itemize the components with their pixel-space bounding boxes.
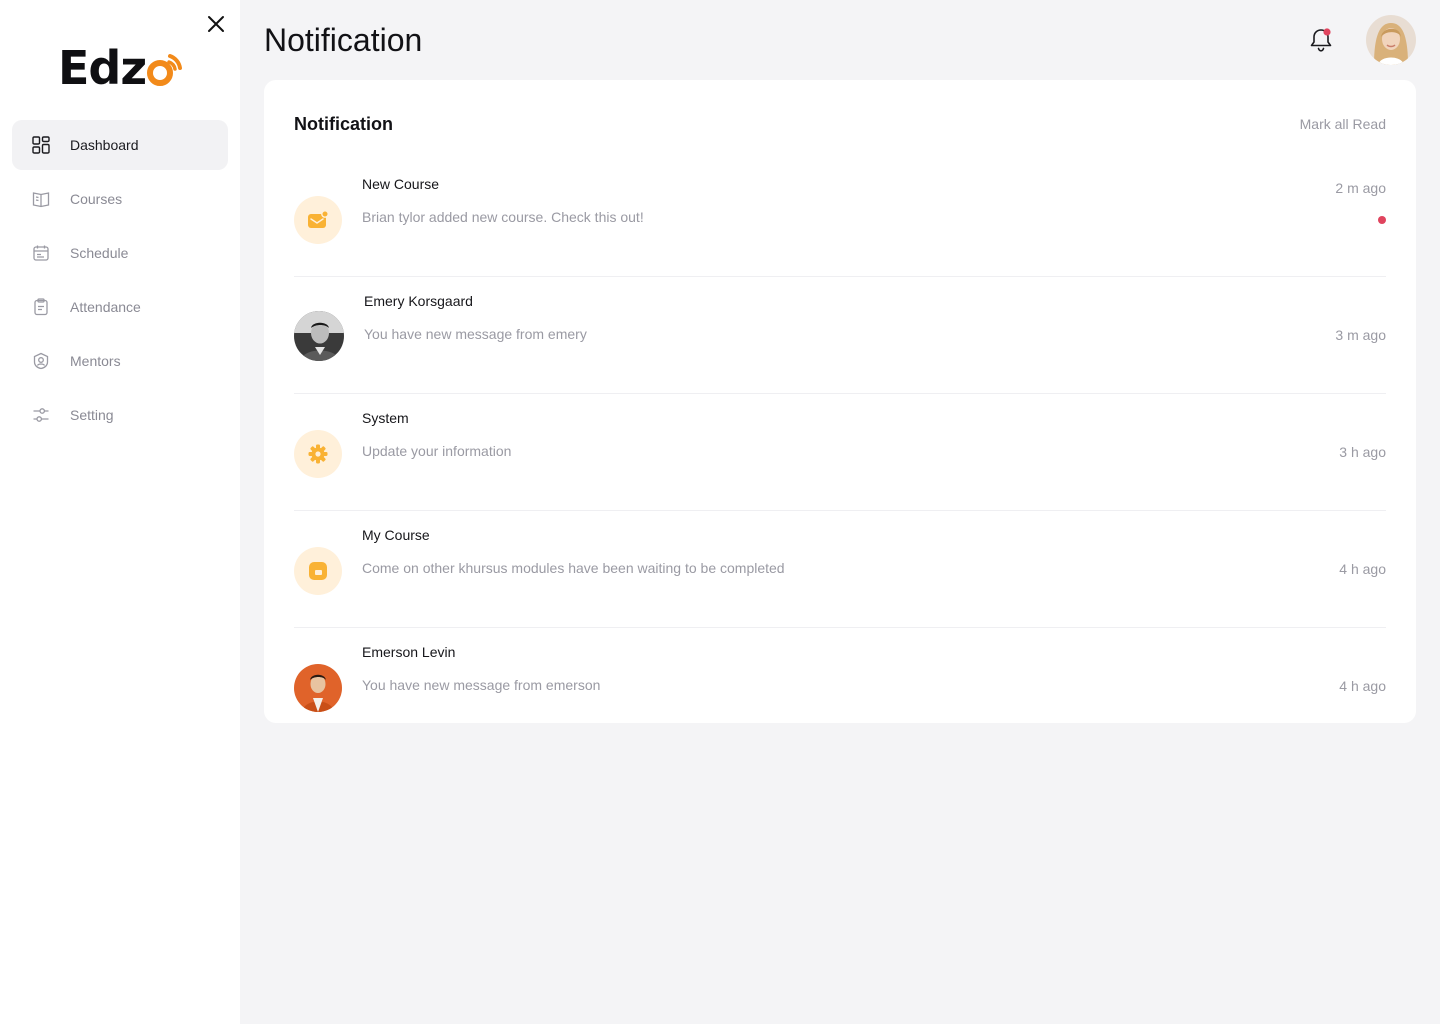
notification-time: 3 h ago [1339, 444, 1386, 460]
notification-item[interactable]: System Update your information 3 h ago [294, 394, 1386, 511]
user-avatar[interactable] [1366, 15, 1416, 65]
calendar-icon [32, 244, 50, 262]
logo-signal-icon [146, 42, 184, 94]
page-title: Notification [264, 22, 423, 58]
mark-all-read-button[interactable]: Mark all Read [1300, 116, 1386, 132]
notification-item[interactable]: Emerson Levin You have new message from … [294, 628, 1386, 745]
sidebar-item-setting[interactable]: Setting [12, 390, 228, 440]
book-icon [32, 190, 50, 208]
sidebar-item-label: Setting [70, 407, 114, 423]
notification-item[interactable]: My Course Come on other khursus modules … [294, 511, 1386, 628]
notification-message: Come on other khursus modules have been … [362, 560, 785, 576]
user-badge-icon [32, 352, 50, 370]
notification-message: Brian tylor added new course. Check this… [362, 209, 644, 225]
sidebar-item-courses[interactable]: Courses [12, 174, 228, 224]
sliders-icon [32, 406, 50, 424]
sender-avatar [294, 664, 342, 712]
sidebar-item-mentors[interactable]: Mentors [12, 336, 228, 386]
gear-icon [294, 430, 342, 478]
unread-dot [1378, 216, 1386, 224]
sidebar-item-label: Mentors [70, 353, 121, 369]
sidebar-item-label: Dashboard [70, 137, 139, 153]
notification-title: My Course [362, 527, 430, 543]
logo-text: Edz [58, 41, 147, 95]
clipboard-icon [32, 298, 50, 316]
notification-time: 3 m ago [1335, 327, 1386, 343]
unread-indicator [1323, 28, 1331, 36]
sidebar-item-label: Schedule [70, 245, 129, 261]
notification-message: You have new message from emery [364, 326, 587, 342]
notification-time: 2 m ago [1335, 180, 1386, 196]
close-sidebar-button[interactable] [204, 12, 228, 36]
sidebar: Edz Dashboard Courses Schedule Attendanc… [0, 0, 240, 1024]
sidebar-item-attendance[interactable]: Attendance [12, 282, 228, 332]
notification-panel: Notification Mark all Read New Course Br… [264, 80, 1416, 723]
sidebar-item-label: Attendance [70, 299, 141, 315]
notification-title: Emery Korsgaard [364, 293, 473, 309]
notification-title: New Course [362, 176, 440, 192]
sidebar-nav: Dashboard Courses Schedule Attendance Me… [12, 120, 228, 444]
sidebar-item-dashboard[interactable]: Dashboard [12, 120, 228, 170]
sidebar-item-label: Courses [70, 191, 123, 207]
notification-time: 4 h ago [1339, 678, 1386, 694]
notification-item[interactable]: Emery Korsgaard You have new message fro… [294, 277, 1386, 394]
sender-avatar [294, 311, 344, 361]
logo[interactable]: Edz [58, 42, 184, 94]
panel-title: Notification [294, 114, 393, 134]
bell-icon [1310, 28, 1332, 52]
module-icon [294, 547, 342, 595]
notification-bell-button[interactable] [1308, 26, 1334, 54]
notification-title: Emerson Levin [362, 644, 456, 660]
notification-message: You have new message from emerson [362, 677, 601, 693]
app-root: Edz Dashboard Courses Schedule Attendanc… [0, 0, 1440, 1024]
notification-time: 4 h ago [1339, 561, 1386, 577]
close-icon [208, 16, 224, 32]
notification-list: New Course Brian tylor added new course.… [294, 160, 1386, 745]
sidebar-item-schedule[interactable]: Schedule [12, 228, 228, 278]
notification-title: System [362, 410, 409, 426]
notification-item[interactable]: New Course Brian tylor added new course.… [294, 160, 1386, 277]
notification-message: Update your information [362, 443, 512, 459]
mail-icon [294, 196, 342, 244]
grid-icon [32, 136, 50, 154]
